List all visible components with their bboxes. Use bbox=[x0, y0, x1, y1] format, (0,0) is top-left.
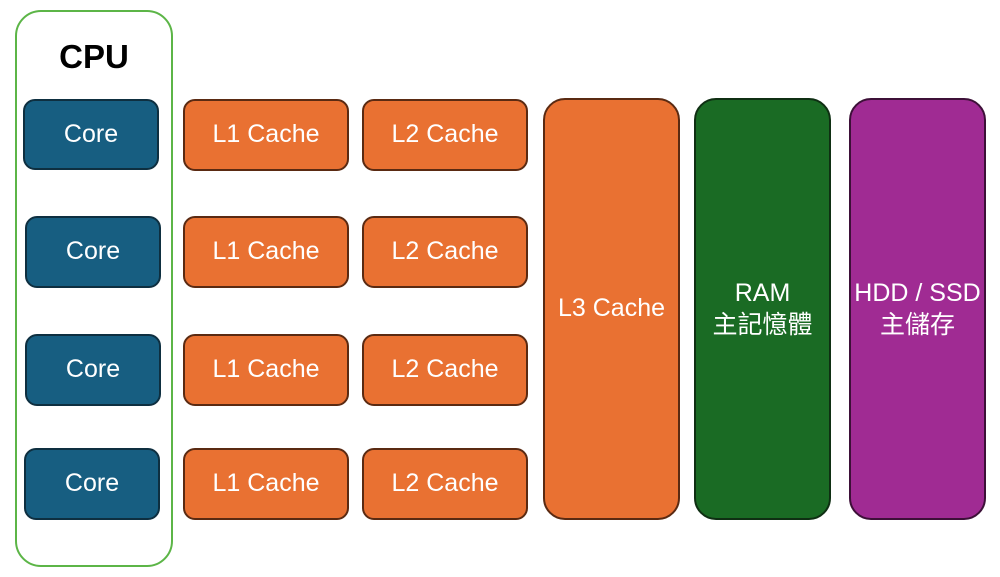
l3-label: L3 Cache bbox=[557, 294, 666, 323]
ram-sublabel: 主記憶體 bbox=[712, 310, 813, 339]
storage-label: HDD / SSD bbox=[854, 278, 981, 307]
storage-block: HDD / SSD 主儲存 bbox=[849, 98, 986, 520]
l1-cache-1: L1 Cache bbox=[183, 99, 349, 171]
l1-label: L1 Cache bbox=[212, 120, 320, 149]
l2-label: L2 Cache bbox=[391, 355, 499, 384]
core-label: Core bbox=[64, 469, 120, 498]
l1-cache-2: L1 Cache bbox=[183, 216, 349, 288]
l2-cache-3: L2 Cache bbox=[362, 334, 528, 406]
core-label: Core bbox=[63, 119, 119, 148]
ram-label: RAM bbox=[734, 278, 791, 307]
l1-label: L1 Cache bbox=[212, 237, 320, 266]
l2-label: L2 Cache bbox=[391, 120, 499, 149]
core-4: Core bbox=[24, 448, 160, 520]
l1-label: L1 Cache bbox=[212, 469, 320, 498]
core-label: Core bbox=[65, 237, 121, 266]
l2-label: L2 Cache bbox=[391, 469, 499, 498]
l2-cache-2: L2 Cache bbox=[362, 216, 528, 288]
cpu-title: CPU bbox=[59, 38, 129, 75]
l3-cache: L3 Cache bbox=[543, 98, 680, 520]
core-3: Core bbox=[25, 334, 161, 406]
storage-sublabel: 主儲存 bbox=[879, 310, 955, 339]
l2-cache-1: L2 Cache bbox=[362, 99, 528, 171]
l1-cache-3: L1 Cache bbox=[183, 334, 349, 406]
l1-label: L1 Cache bbox=[212, 355, 320, 384]
core-1: Core bbox=[23, 99, 159, 170]
core-label: Core bbox=[65, 355, 121, 384]
l1-cache-4: L1 Cache bbox=[183, 448, 349, 520]
core-2: Core bbox=[25, 216, 161, 288]
l2-label: L2 Cache bbox=[391, 237, 499, 266]
l2-cache-4: L2 Cache bbox=[362, 448, 528, 520]
ram-block: RAM 主記憶體 bbox=[694, 98, 831, 520]
